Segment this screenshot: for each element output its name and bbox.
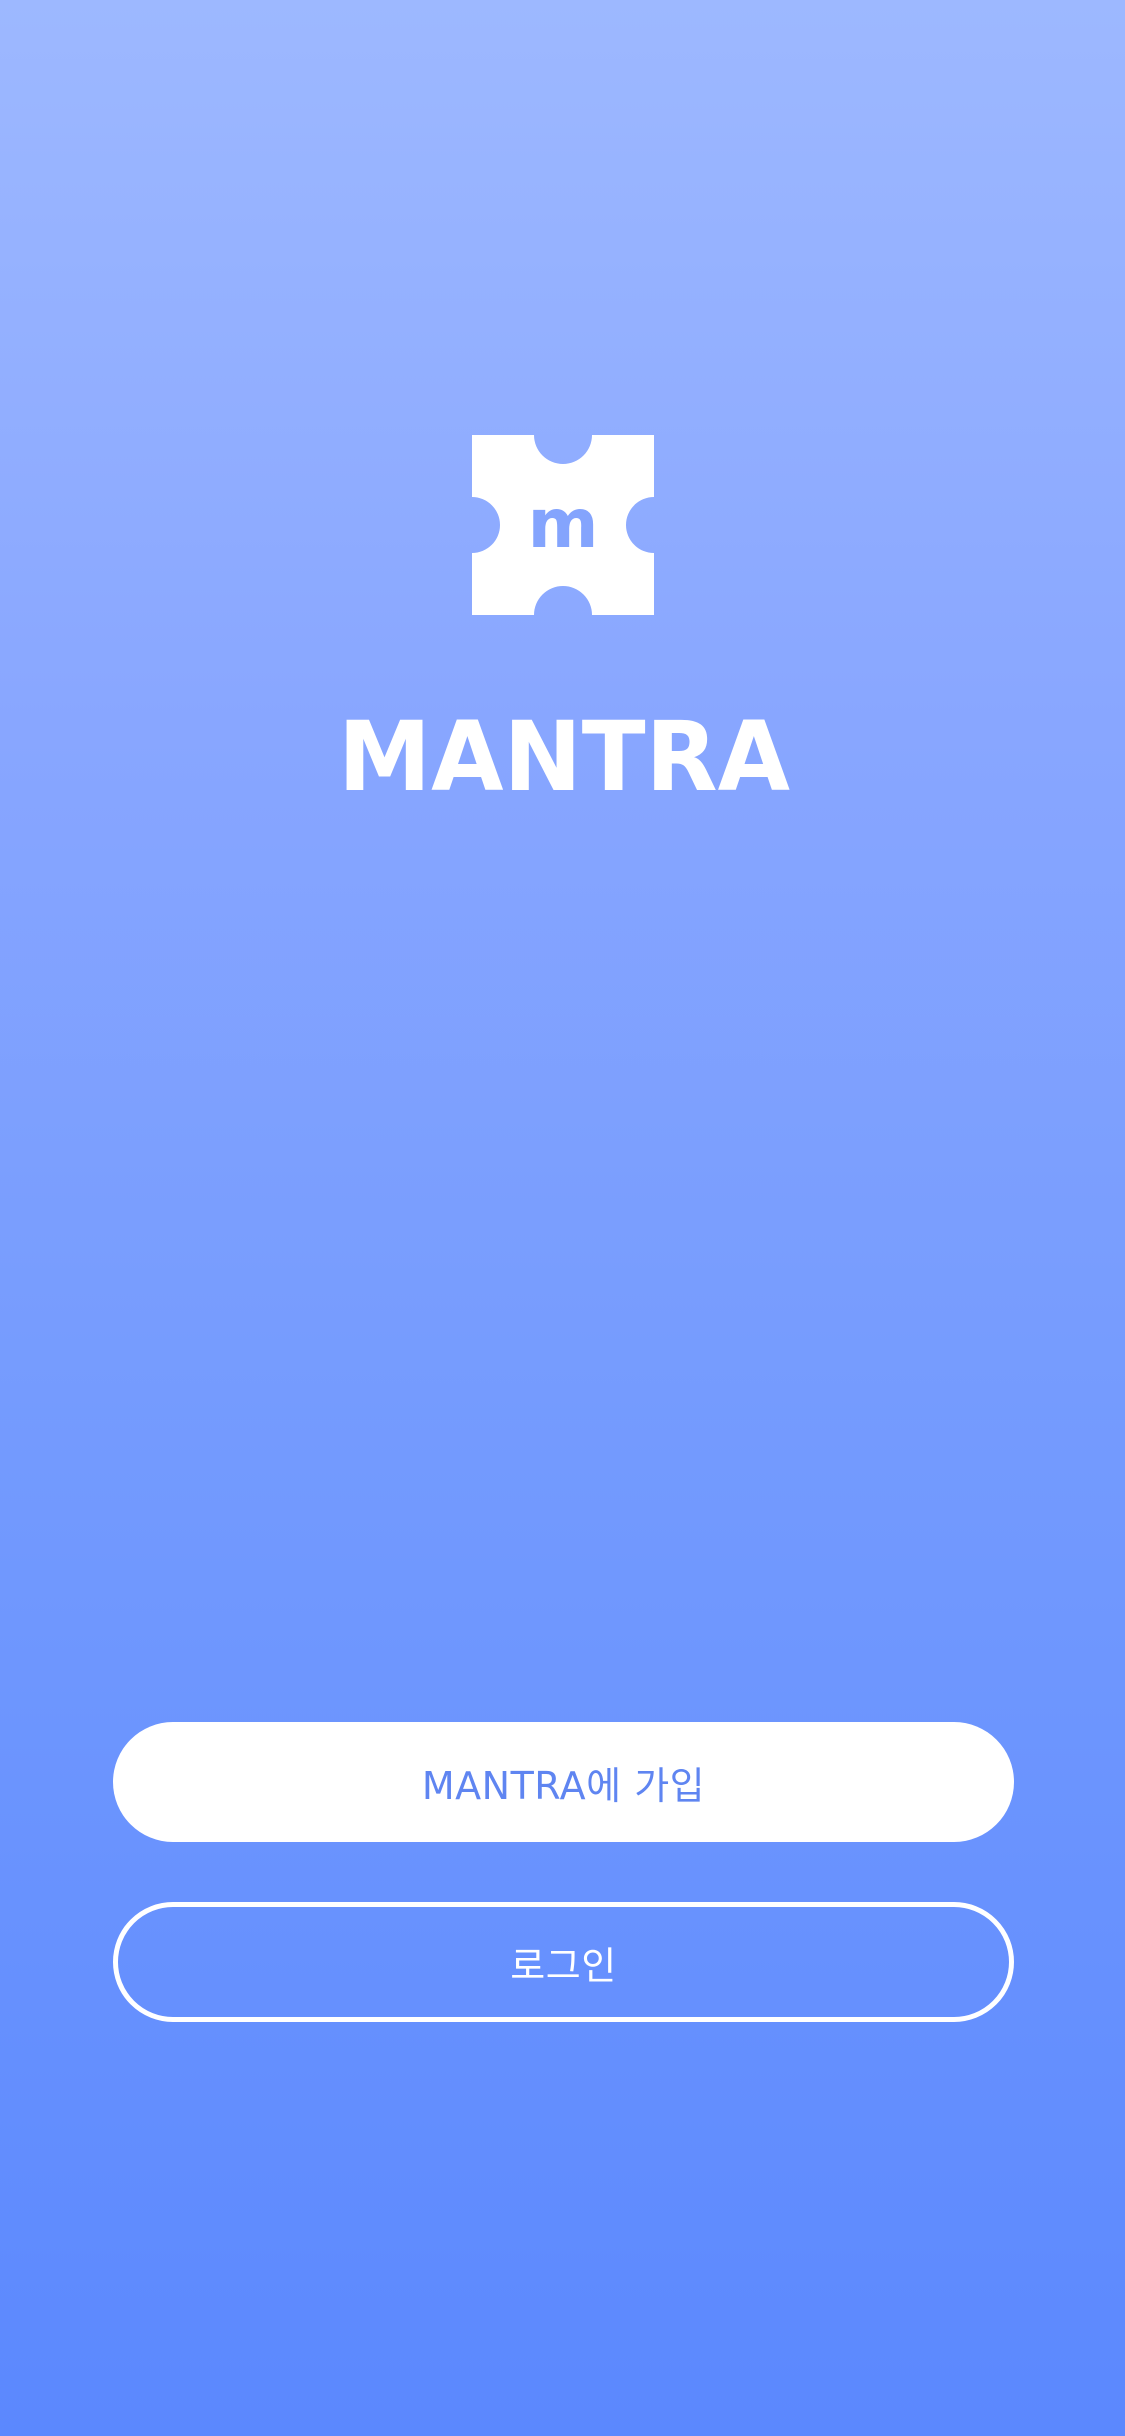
logo-monogram: m bbox=[528, 485, 599, 564]
login-button-label: 로그인 bbox=[510, 1943, 617, 1988]
mantra-flower-logo-icon: m bbox=[472, 435, 654, 615]
signup-button[interactable]: MANTRA에 가입 bbox=[113, 1722, 1014, 1842]
mantra-wordmark: MANTRA bbox=[338, 710, 790, 794]
login-button[interactable]: 로그인 bbox=[113, 1902, 1014, 2022]
signup-button-label: MANTRA에 가입 bbox=[421, 1763, 706, 1808]
wordmark-text: MANTRA bbox=[338, 710, 790, 794]
